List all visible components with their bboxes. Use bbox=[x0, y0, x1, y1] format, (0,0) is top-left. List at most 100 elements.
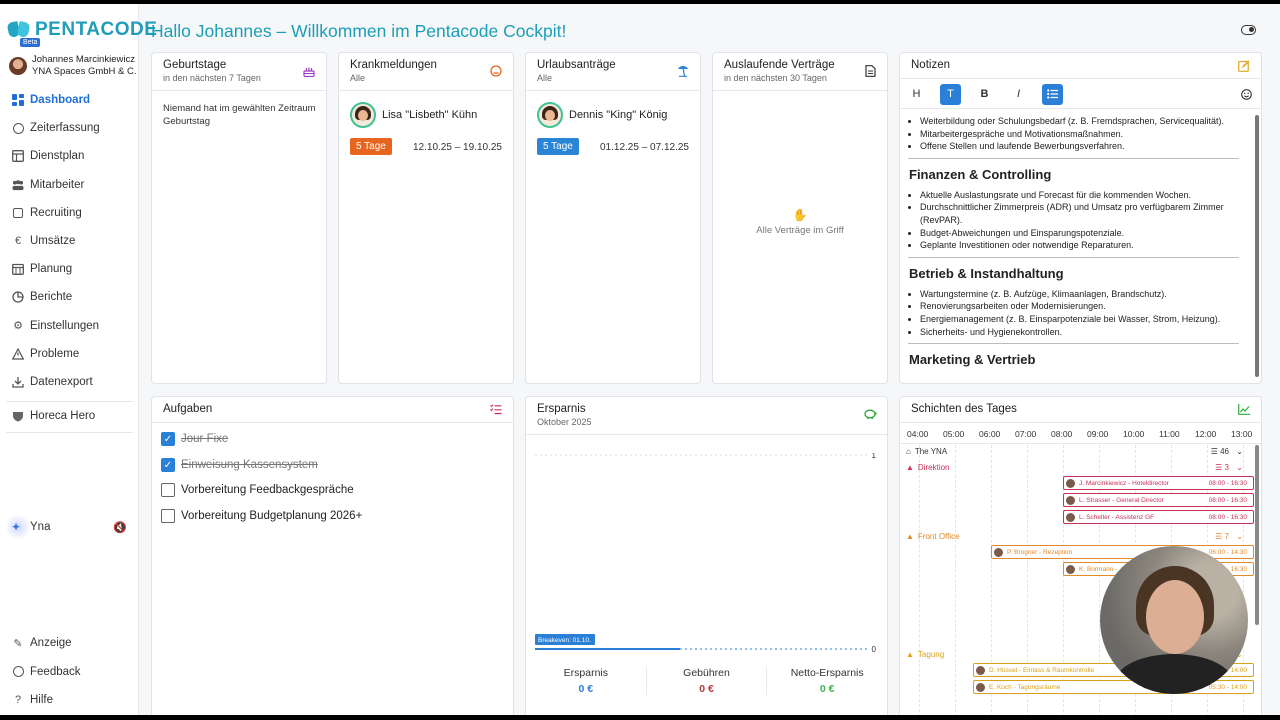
nav-item-hilfe[interactable]: ? Hilfe bbox=[0, 686, 139, 715]
emoji-icon[interactable] bbox=[1236, 84, 1257, 105]
card-header: Aufgaben bbox=[152, 397, 513, 423]
main-nav: Dashboard Zeiterfassung Dienstplan Mitar… bbox=[0, 86, 139, 396]
mute-icon[interactable]: 🔇 bbox=[113, 521, 127, 534]
task-item[interactable]: ✓ Jour Fixe bbox=[161, 432, 228, 446]
bold-button[interactable]: B bbox=[974, 84, 995, 105]
chevron-down-icon[interactable]: ⌄ bbox=[1236, 463, 1243, 472]
checkbox[interactable]: ✓ bbox=[161, 458, 175, 472]
nav-item-mitarbeiter[interactable]: Mitarbeiter bbox=[0, 171, 139, 199]
document-icon[interactable] bbox=[864, 65, 876, 77]
webcam-overlay bbox=[1100, 546, 1248, 694]
divider bbox=[908, 157, 1239, 159]
pie-chart-icon bbox=[12, 291, 24, 304]
checklist-icon[interactable] bbox=[490, 404, 502, 416]
chevron-down-icon[interactable]: ⌄ bbox=[1236, 532, 1243, 541]
department-name: Front Office bbox=[917, 531, 960, 541]
notes-heading: Betrieb & Instandhaltung bbox=[909, 265, 1064, 281]
notes-editor[interactable]: Weiterbildung oder Schulungsbedarf (z. B… bbox=[908, 115, 1247, 379]
checkbox[interactable]: ✓ bbox=[161, 432, 175, 446]
task-item[interactable]: Vorbereitung Feedbackgespräche bbox=[161, 483, 354, 497]
y-tick-label: 0 bbox=[872, 645, 877, 653]
nav-item-feedback[interactable]: Feedback bbox=[0, 658, 139, 687]
tasks-card: Aufgaben ✓ Jour Fixe ✓ Einweisung Kassen… bbox=[151, 396, 514, 718]
task-item[interactable]: ✓ Einweisung Kassensystem bbox=[161, 458, 318, 472]
nav-item-planung[interactable]: Planung bbox=[0, 255, 139, 283]
nav-item-umsaetze[interactable]: € Umsätze bbox=[0, 227, 139, 255]
date-range: 01.12.25 – 07.12.25 bbox=[600, 142, 689, 153]
user-company: YNA Spaces GmbH & C... bbox=[32, 66, 137, 77]
date-range: 12.10.25 – 19.10.25 bbox=[413, 142, 502, 153]
download-icon bbox=[12, 376, 24, 388]
person-name: Dennis "King" König bbox=[569, 109, 668, 121]
shield-icon bbox=[12, 410, 24, 422]
task-item[interactable]: Vorbereitung Budgetplanung 2026+ bbox=[161, 509, 362, 523]
person-name: Lisa "Lisbeth" Kühn bbox=[382, 109, 478, 121]
shift-bar[interactable]: L. Strasser - General Director 08:00 - 16… bbox=[1063, 493, 1254, 507]
nav-item-berichte[interactable]: Berichte bbox=[0, 283, 139, 311]
list-button[interactable] bbox=[1042, 83, 1063, 105]
nav-item-dashboard[interactable]: Dashboard bbox=[0, 86, 139, 114]
piggy-bank-icon[interactable] bbox=[864, 408, 877, 420]
checkbox[interactable] bbox=[161, 483, 175, 497]
sick-person[interactable]: Lisa "Lisbeth" Kühn bbox=[350, 102, 477, 128]
location-row[interactable]: ⌂ The YNA ☰ 46 ⌄ bbox=[900, 443, 1253, 459]
chevron-down-icon[interactable]: ⌄ bbox=[1236, 447, 1243, 456]
nav-divider bbox=[6, 432, 133, 433]
empty-text: Alle Verträge im Griff bbox=[756, 225, 844, 236]
nav-label: Dashboard bbox=[30, 94, 91, 107]
top-bezel bbox=[0, 0, 1280, 4]
nav-item-recruiting[interactable]: Recruiting bbox=[0, 199, 139, 227]
nav-label: Zeiterfassung bbox=[30, 122, 100, 135]
expiring-contracts-card: Auslaufende Verträge in den nächsten 30 … bbox=[712, 52, 888, 384]
avatar bbox=[9, 57, 27, 75]
shift-bar[interactable]: L. Schelter - Assistenz GF 08:00 - 16:30 bbox=[1063, 510, 1254, 524]
italic-button[interactable]: I bbox=[1008, 84, 1029, 105]
duration-badge: 5 Tage bbox=[537, 138, 579, 155]
card-subtitle: Oktober 2025 bbox=[537, 417, 592, 427]
shift-bar[interactable]: J. Marcinkiewicz - Hoteldirector 08:00 - … bbox=[1063, 476, 1254, 490]
shift-label: J. Marcinkiewicz - Hoteldirector bbox=[1079, 479, 1169, 487]
department-row[interactable]: ▲ Front Office ☰ 7 ⌄ bbox=[900, 528, 1253, 544]
nav-item-anzeige[interactable]: ✎ Anzeige bbox=[0, 629, 139, 658]
checkbox[interactable] bbox=[161, 509, 175, 523]
nav-item-probleme[interactable]: Probleme bbox=[0, 340, 139, 368]
text-button[interactable]: T bbox=[940, 83, 961, 105]
beta-badge: Beta bbox=[20, 38, 41, 47]
task-label: Jour Fixe bbox=[181, 433, 229, 445]
notes-scrollbar[interactable] bbox=[1255, 115, 1259, 377]
nav-item-horeca-hero[interactable]: Horeca Hero bbox=[0, 402, 139, 430]
nav-item-zeiterfassung[interactable]: Zeiterfassung bbox=[0, 114, 139, 142]
card-subtitle: in den nächsten 7 Tagen bbox=[163, 73, 261, 83]
edit-icon[interactable] bbox=[1238, 60, 1250, 72]
shift-time: 08:00 - 16:30 bbox=[1208, 496, 1247, 504]
cake-icon[interactable] bbox=[303, 65, 315, 78]
shift-time: 06:00 - 14:30 bbox=[1208, 548, 1247, 556]
department-row[interactable]: ▲ Direktion ☰ 3 ⌄ bbox=[900, 459, 1253, 475]
assistant-yna[interactable]: ✦ Yna 🔇 bbox=[0, 514, 139, 540]
avatar bbox=[1066, 478, 1075, 488]
hour-label: 04:00 bbox=[907, 429, 929, 439]
beach-icon[interactable] bbox=[677, 65, 689, 77]
list-item: Mitarbeitergespräche und Motivationsmaßn… bbox=[920, 128, 1247, 141]
toggle-icon[interactable] bbox=[1241, 25, 1256, 35]
chart-icon[interactable] bbox=[1238, 404, 1250, 416]
shift-label: L. Strasser - General Director bbox=[1079, 496, 1164, 504]
user-profile[interactable]: Johannes Marcinkiewicz YNA Spaces GmbH &… bbox=[9, 54, 137, 78]
hour-label: 11:00 bbox=[1159, 429, 1180, 439]
sick-reports-card: Krankmeldungen Alle Lisa "Lisbeth" Kühn … bbox=[338, 52, 514, 384]
nav-item-dienstplan[interactable]: Dienstplan bbox=[0, 142, 139, 170]
list-item: Geplante Investitionen oder notwendige R… bbox=[920, 239, 1247, 252]
list-item: Durchschnittlicher Zimmerpreis (ADR) und… bbox=[920, 201, 1247, 226]
heading-button[interactable]: H bbox=[906, 84, 927, 105]
sick-face-icon[interactable] bbox=[490, 65, 502, 77]
summary-label: Netto-Ersparnis bbox=[790, 667, 864, 679]
task-label: Einweisung Kassensystem bbox=[181, 459, 318, 471]
shift-bar[interactable]: P. Brogner - Rezeption 06:00 - 14:30 bbox=[991, 545, 1254, 559]
nav-item-einstellungen[interactable]: ⚙ Einstellungen bbox=[0, 312, 139, 340]
nav-label: Horeca Hero bbox=[30, 410, 96, 423]
vacation-person[interactable]: Dennis "King" König bbox=[537, 102, 667, 128]
card-subtitle: in den nächsten 30 Tagen bbox=[724, 73, 827, 83]
summary-label: Gebühren bbox=[683, 667, 730, 679]
shifts-scrollbar[interactable] bbox=[1255, 445, 1259, 625]
nav-item-datenexport[interactable]: Datenexport bbox=[0, 368, 139, 396]
